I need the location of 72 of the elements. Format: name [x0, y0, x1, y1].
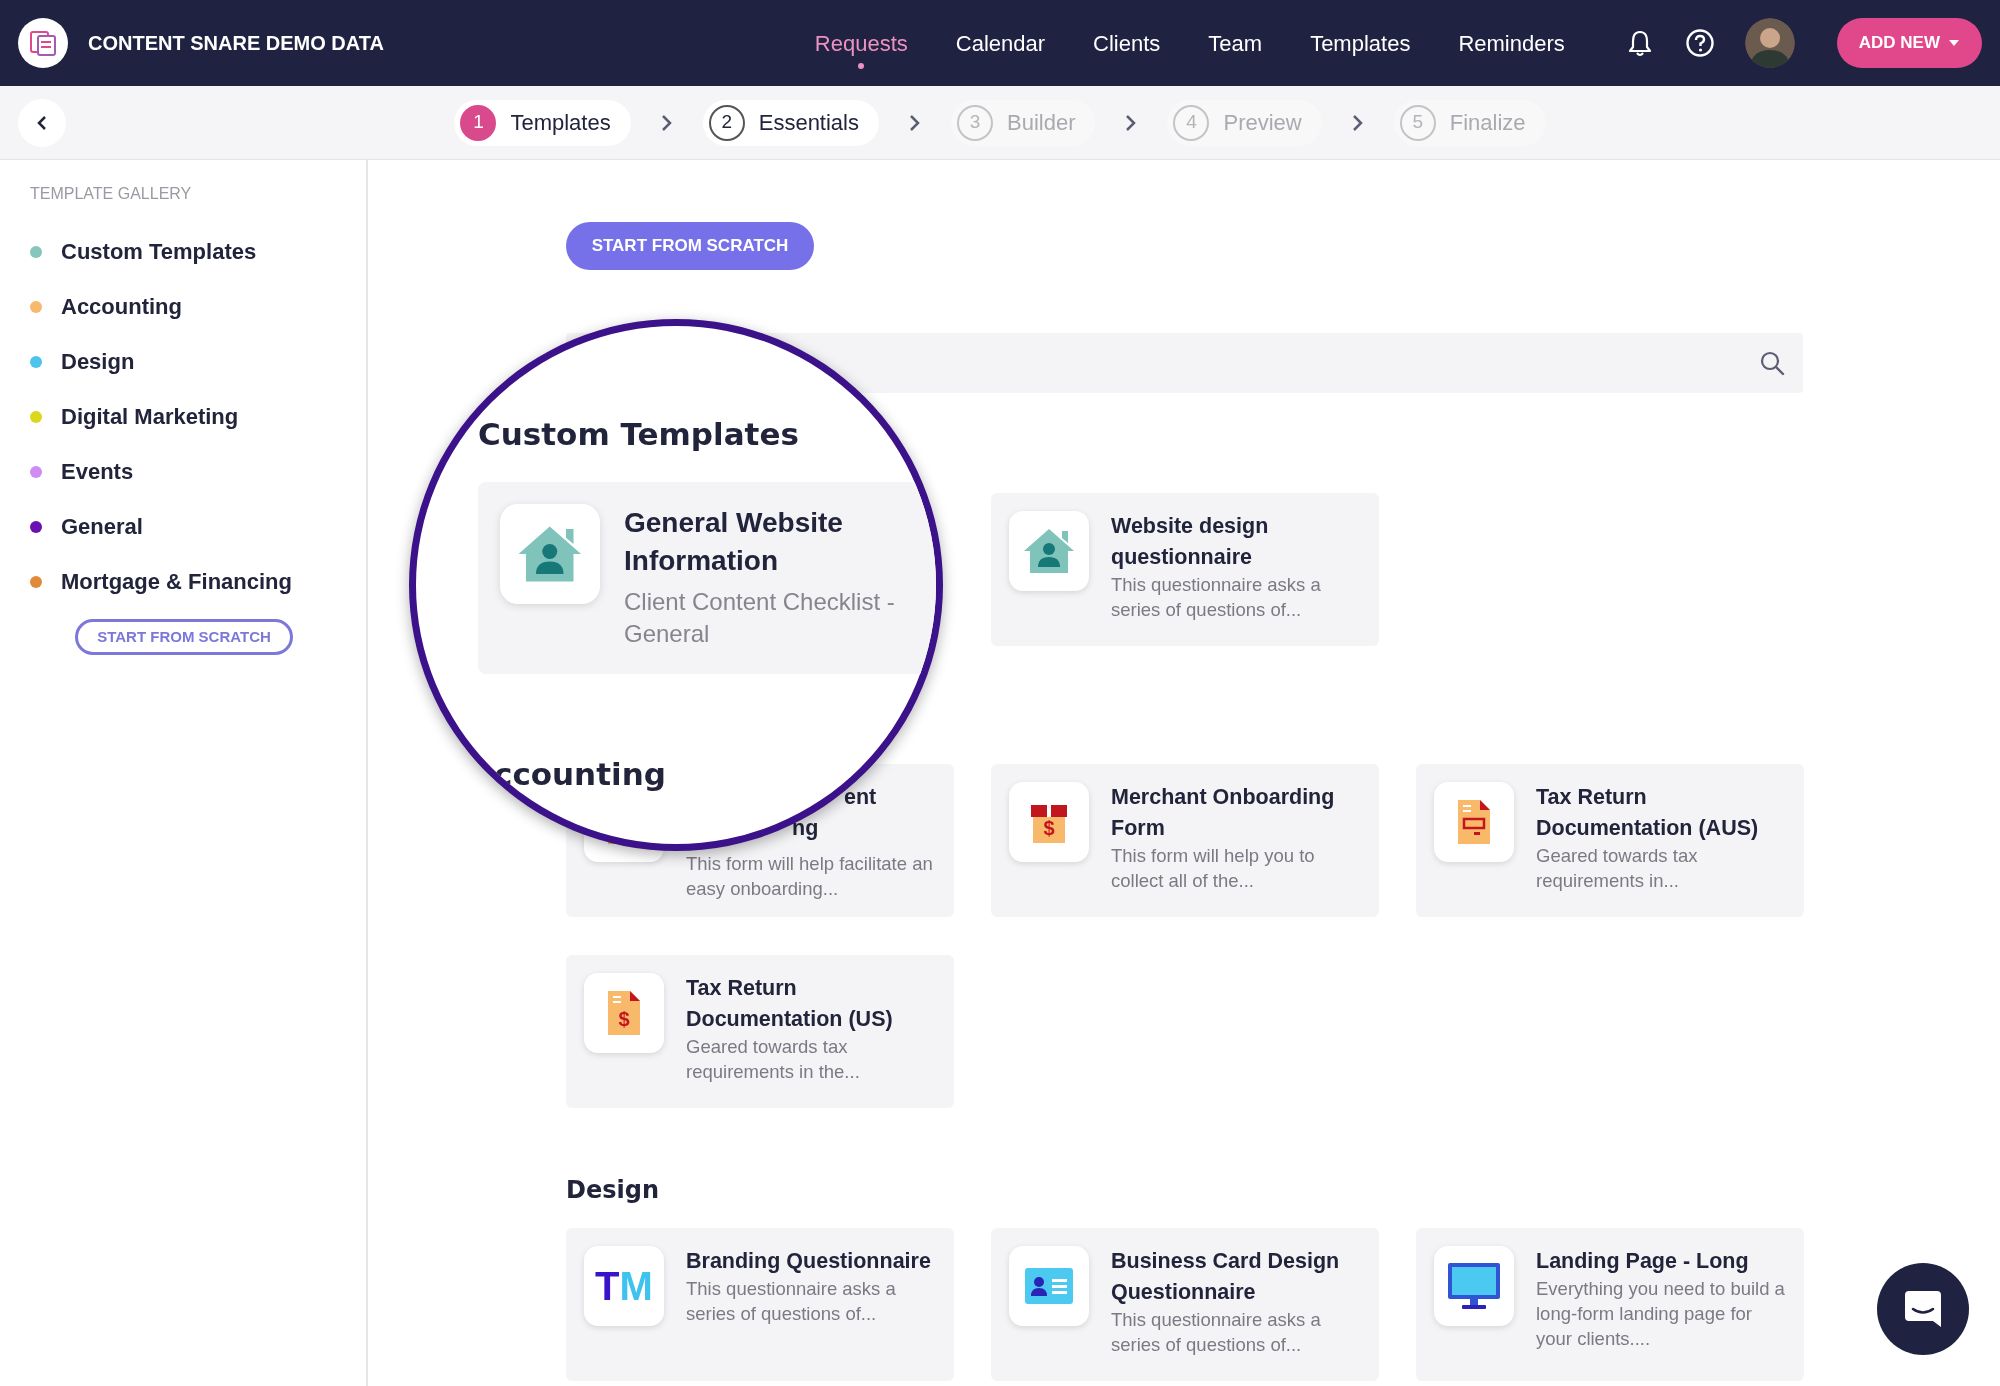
template-card[interactable]: Landing Page - Long Everything you need to build a long-form landing page for your clients....	[1416, 1228, 1804, 1381]
nav-link[interactable]: Templates	[1286, 15, 1435, 71]
card-description: This questionnaire asks a series of questions of...	[686, 1277, 897, 1327]
template-card[interactable]: $ Merchant Onboarding Form This form will help you to collect all of the...	[991, 764, 1379, 917]
card-description: Geared towards tax requirements in...	[1536, 844, 1699, 894]
card-description: Everything you need to build a long-form landing page for your clients....	[1536, 1277, 1786, 1352]
start-from-scratch-button[interactable]: START FROM SCRATCH	[566, 222, 814, 270]
chat-icon	[1903, 1289, 1943, 1329]
contact-card-icon	[1025, 1268, 1073, 1304]
step-number: 3	[957, 104, 993, 141]
step-number: 2	[708, 104, 745, 141]
bell-icon[interactable]	[1626, 29, 1653, 57]
card-title: Tax Return Documentation (AUS)	[1536, 784, 1760, 843]
nav-link[interactable]: Team	[1184, 15, 1287, 71]
card-title: Landing Page - Long	[1536, 1248, 1750, 1275]
sidebar-item[interactable]: Events	[30, 444, 134, 499]
app-title: CONTENT SNARE DEMO DATA	[88, 31, 384, 56]
document-icon	[1458, 800, 1490, 844]
template-card[interactable]: Business Card Design Questionnaire This questionnaire asks a series of questions of...	[991, 1228, 1379, 1381]
card-title: ng	[792, 815, 819, 843]
sidebar-item[interactable]: General	[30, 499, 143, 554]
card-description: This form will help facilitate an easy onboarding...	[686, 852, 934, 902]
nav-link[interactable]: Clients	[1069, 15, 1185, 71]
chevron-right-icon	[1351, 113, 1364, 132]
step-tab[interactable]: 1 Templates	[454, 99, 631, 146]
step-number: 5	[1399, 104, 1436, 141]
section-heading: Custom Templates	[478, 415, 799, 454]
card-description: Geared towards tax requirements in the...	[686, 1035, 861, 1085]
sidebar-item[interactable]: Mortgage & Financing	[30, 554, 292, 609]
caret-icon	[1948, 39, 1960, 47]
nav-link[interactable]: Reminders	[1434, 15, 1589, 71]
help-icon[interactable]	[1684, 28, 1715, 58]
card-title: Business Card Design Questionnaire	[1111, 1248, 1341, 1307]
template-card[interactable]: $ Tax Return Documentation (US) Geared towards tax requirements in the...	[566, 955, 954, 1108]
step-number: 4	[1173, 104, 1210, 141]
sidebar-heading: TEMPLATE GALLERY	[30, 184, 193, 204]
house-icon	[1022, 527, 1076, 575]
chevron-right-icon	[660, 113, 673, 132]
nav-link[interactable]: Requests	[790, 15, 932, 71]
card-title: ent	[844, 784, 877, 811]
card-description: This form will help you to collect all of the...	[1111, 844, 1316, 894]
card-title: Website design questionnaire	[1111, 513, 1270, 572]
template-card[interactable]: Tax Return Documentation (AUS) Geared towards tax requirements in...	[1416, 764, 1804, 917]
search-icon	[1759, 350, 1785, 376]
card-title: Tax Return Documentation (US)	[686, 975, 894, 1034]
sidebar-item[interactable]: Custom Templates	[30, 224, 257, 279]
card-description: This questionnaire asks a series of questions of...	[1111, 1308, 1322, 1358]
chevron-right-icon	[909, 113, 921, 132]
add-new-button[interactable]: ADD NEW	[1836, 18, 1982, 68]
template-card[interactable]: TM Branding Questionnaire This questionnaire asks a series of questions of...	[566, 1228, 954, 1381]
start-from-scratch-button[interactable]: START FROM SCRATCH	[75, 619, 293, 655]
avatar[interactable]	[1744, 18, 1795, 68]
sidebar-item[interactable]: Accounting	[30, 279, 182, 334]
card-title: Branding Questionnaire	[686, 1248, 932, 1275]
logo	[18, 18, 68, 68]
section-heading: Design	[566, 1175, 660, 1206]
step-number: 1	[460, 104, 497, 141]
card-description: Client Content Checklist - General	[624, 586, 896, 649]
card-title: Merchant Onboarding Form	[1111, 784, 1336, 843]
monitor-icon	[1448, 1263, 1500, 1309]
chevron-right-icon	[1125, 113, 1138, 132]
card-description: This questionnaire asks a series of questions of...	[1111, 573, 1322, 623]
chevron-left-icon	[36, 114, 48, 131]
step-tab[interactable]: 2 Essentials	[702, 99, 879, 146]
template-card[interactable]: Website design questionnaire This questionnaire asks a series of questions of...	[991, 493, 1379, 646]
sidebar-item[interactable]: Design	[30, 334, 135, 389]
nav-link[interactable]: Calendar	[931, 15, 1070, 71]
sidebar-item[interactable]: Digital Marketing	[30, 389, 239, 444]
document-icon: $	[608, 991, 640, 1035]
monogram-icon: TM	[595, 1266, 653, 1306]
template-card[interactable]: General Website Information Client Content Checklist - General	[478, 482, 936, 674]
card-title: General Website Information	[624, 506, 844, 578]
